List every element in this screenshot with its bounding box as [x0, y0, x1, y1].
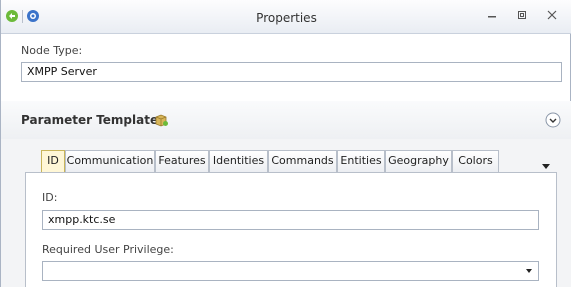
title-bar: Properties: [1, 0, 571, 34]
parameter-tabs: ID Communication Features Identities Com…: [21, 150, 561, 172]
node-type-label: Node Type:: [21, 44, 83, 57]
tab-colors[interactable]: Colors: [452, 150, 499, 172]
chevron-down-icon[interactable]: [545, 112, 561, 131]
close-icon[interactable]: [546, 9, 558, 21]
tab-communication[interactable]: Communication: [65, 150, 155, 172]
parameter-templates-title: Parameter Templates: [21, 113, 166, 127]
id-tab-panel: ID: xmpp.ktc.se Required User Privilege:: [25, 172, 557, 287]
parameter-templates-header[interactable]: Parameter Templates: [1, 101, 571, 139]
restore-icon[interactable]: [516, 9, 528, 21]
package-icon: [153, 112, 169, 131]
tab-commands[interactable]: Commands: [268, 150, 337, 172]
dropdown-arrow-icon[interactable]: [542, 159, 550, 172]
tab-geography[interactable]: Geography: [385, 150, 452, 172]
required-user-privilege-label: Required User Privilege:: [42, 243, 174, 256]
tab-identities[interactable]: Identities: [209, 150, 268, 172]
tab-id[interactable]: ID: [41, 150, 65, 172]
minimize-icon[interactable]: [486, 9, 498, 21]
tab-features[interactable]: Features: [155, 150, 209, 172]
select-arrow-icon: [526, 269, 532, 273]
tab-entities[interactable]: Entities: [337, 150, 385, 172]
node-type-field[interactable]: XMPP Server: [21, 62, 562, 82]
id-field[interactable]: xmpp.ktc.se: [42, 210, 539, 230]
required-user-privilege-select[interactable]: [42, 261, 539, 281]
id-label: ID:: [42, 191, 58, 204]
window-controls: [486, 9, 558, 21]
properties-window: Properties Node Type: XMPP Server Parame…: [0, 0, 571, 287]
